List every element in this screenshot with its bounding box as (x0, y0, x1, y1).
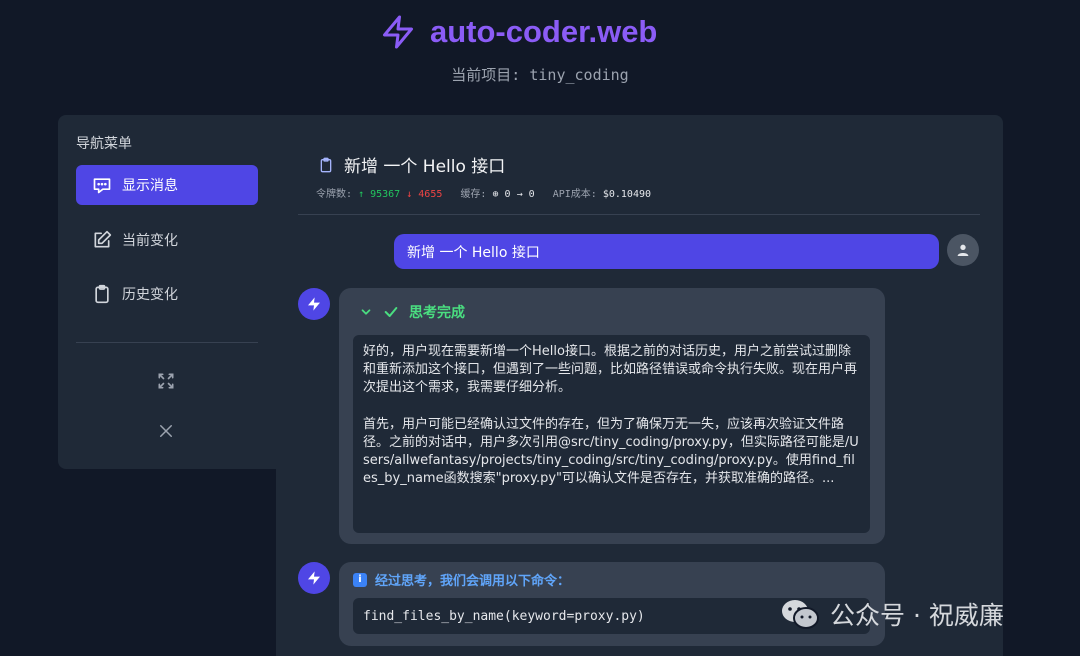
watermark-text: 公众号 · 祝威廉 (830, 601, 1004, 630)
app-title: auto-coder.web (430, 14, 658, 49)
clipboard-icon (320, 157, 332, 172)
cache-value: ⊕ 0 → 0 (492, 189, 535, 200)
cache-label: 缓存: (460, 189, 487, 200)
chat-icon (93, 178, 111, 194)
user-icon (957, 244, 969, 256)
thinking-card: 思考完成 好的，用户现在需要新增一个Hello接口。根据之前的对话历史，用户之前… (339, 288, 885, 544)
user-avatar (947, 234, 979, 266)
cost-label: API成本: (552, 189, 597, 200)
close-icon (160, 425, 172, 437)
thinking-content: 好的，用户现在需要新增一个Hello接口。根据之前的对话历史，用户之前尝试过删除… (353, 335, 870, 533)
chevron-down-icon[interactable] (359, 305, 373, 319)
tokens-up: ↑ 95367 (358, 189, 401, 200)
conversation-header: 新增 一个 Hello 接口 令牌数: ↑ 95367 ↓ 4655 缓存: ⊕… (298, 139, 980, 215)
expand-icon (158, 373, 174, 389)
thinking-header[interactable]: 思考完成 (359, 302, 465, 322)
sidebar-item-label: 显示消息 (122, 178, 178, 194)
expand-button[interactable] (155, 370, 177, 392)
sidebar-item-label: 当前变化 (122, 233, 178, 249)
clipboard-icon (95, 284, 109, 304)
cost-value: $0.10490 (602, 189, 652, 200)
info-icon: i (353, 572, 367, 587)
tokens-label: 令牌数: (316, 189, 353, 200)
sidebar-item-current-changes[interactable]: 当前变化 (76, 220, 258, 260)
assistant-avatar (298, 288, 330, 320)
sidebar-divider (76, 342, 258, 343)
current-project: 当前项目: tiny_coding (451, 66, 629, 84)
conversation-title-text: 新增 一个 Hello 接口 (344, 157, 506, 177)
chat-panel: 新增 一个 Hello 接口 令牌数: ↑ 95367 ↓ 4655 缓存: ⊕… (276, 115, 1003, 656)
command-header-text: 经过思考，我们会调用以下命令： (375, 574, 571, 589)
lightning-icon (383, 15, 413, 49)
sidebar: 导航菜单 显示消息 当前变化 历史变化 (58, 115, 276, 469)
sidebar-title: 导航菜单 (76, 136, 132, 152)
brand: auto-coder.web (380, 10, 657, 54)
lightning-icon (308, 571, 320, 585)
wechat-icon (782, 600, 819, 629)
watermark: 公众号 · 祝威廉 (780, 596, 1004, 632)
check-icon (384, 307, 398, 317)
tokens-down: ↓ 4655 (406, 189, 443, 200)
sidebar-item-messages[interactable]: 显示消息 (76, 165, 258, 205)
sidebar-item-history-changes[interactable]: 历史变化 (76, 274, 258, 314)
sidebar-item-label: 历史变化 (122, 287, 178, 303)
token-stats: 令牌数: ↑ 95367 ↓ 4655 缓存: ⊕ 0 → 0 API成本: $… (316, 185, 651, 200)
edit-icon (94, 230, 112, 248)
assistant-avatar (298, 562, 330, 594)
app-header: auto-coder.web 当前项目: tiny_coding (0, 0, 1080, 110)
close-button[interactable] (155, 420, 177, 442)
user-message: 新增 一个 Hello 接口 (394, 234, 939, 269)
command-header: i 经过思考，我们会调用以下命令： (353, 570, 570, 589)
thinking-status: 思考完成 (409, 305, 465, 321)
conversation-title: 新增 一个 Hello 接口 (318, 152, 505, 177)
lightning-icon (308, 297, 320, 311)
